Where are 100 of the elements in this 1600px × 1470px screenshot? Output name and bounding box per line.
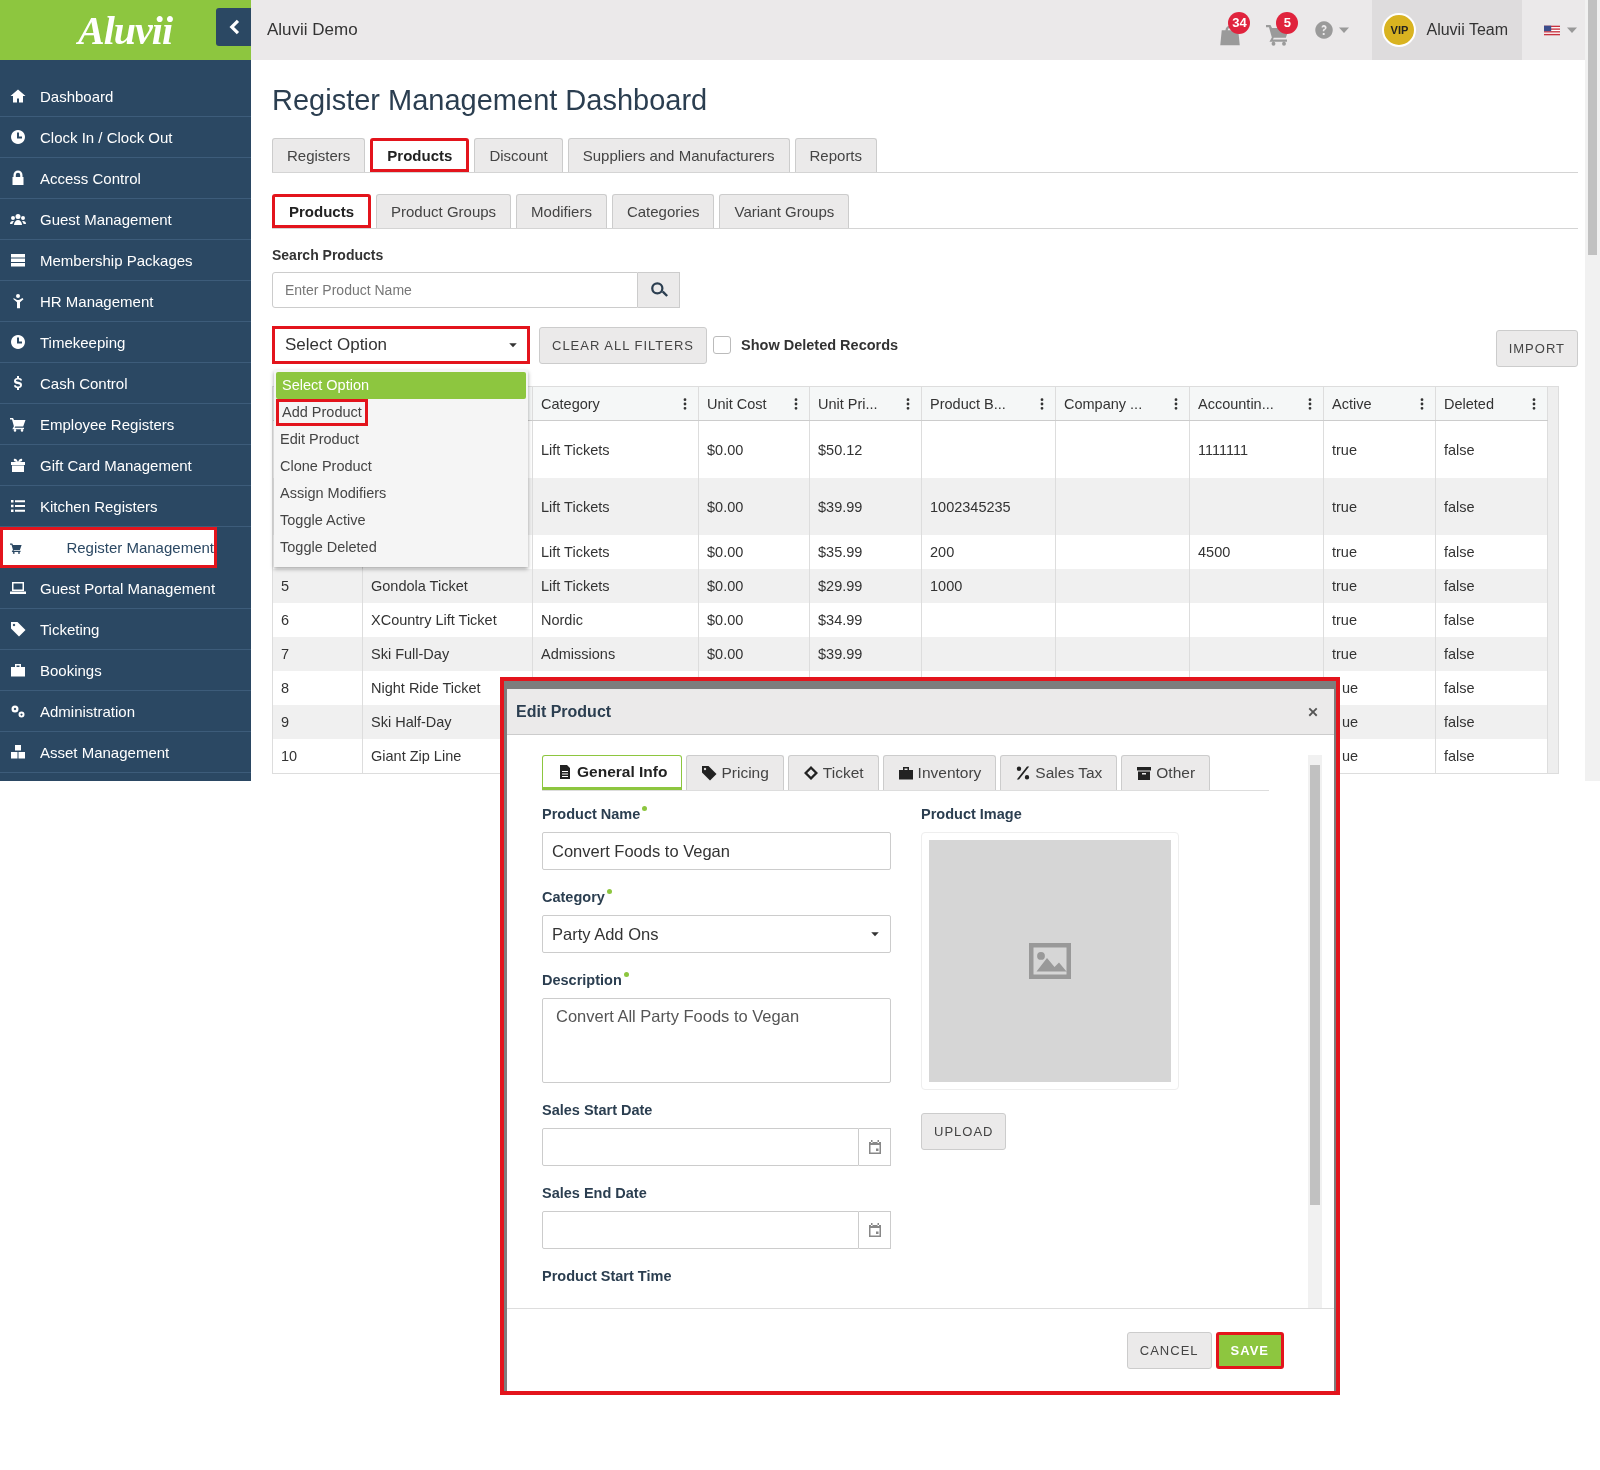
clear-filters-button[interactable]: CLEAR ALL FILTERS bbox=[539, 326, 707, 364]
table-cell: true bbox=[1332, 612, 1357, 628]
column-header[interactable]: Product B... bbox=[930, 395, 1006, 412]
menu-option[interactable]: Clone Product bbox=[274, 453, 528, 480]
column-header[interactable]: Company ... bbox=[1064, 395, 1143, 412]
column-header[interactable]: Unit Cost bbox=[707, 395, 767, 412]
clock-icon bbox=[10, 334, 26, 350]
scrollbar[interactable] bbox=[1585, 0, 1600, 781]
cancel-button[interactable]: CANCEL bbox=[1126, 1331, 1212, 1369]
date-field[interactable] bbox=[542, 1211, 859, 1249]
sidebar-item[interactable]: Cash Control bbox=[0, 363, 251, 404]
menu-option[interactable]: Add Product bbox=[276, 399, 368, 426]
tab[interactable]: Sales Tax bbox=[1000, 755, 1118, 790]
sidebar-item[interactable]: Register Management bbox=[0, 527, 217, 568]
sidebar-item[interactable]: Administration bbox=[0, 691, 251, 732]
date-field[interactable] bbox=[542, 1128, 859, 1166]
table-cell: $34.99 bbox=[818, 612, 863, 628]
search-field[interactable]: Enter Product Name bbox=[272, 272, 638, 308]
checkbox[interactable] bbox=[713, 336, 731, 354]
upload-button[interactable]: UPLOAD bbox=[921, 1113, 1007, 1150]
tab[interactable]: Modifiers bbox=[516, 194, 607, 228]
sidebar-item[interactable]: Access Control bbox=[0, 158, 251, 199]
table-cell: 1111111 bbox=[1198, 441, 1248, 458]
table-cell: 6 bbox=[281, 612, 290, 628]
tab[interactable]: Registers bbox=[272, 138, 366, 172]
sidebar-item[interactable]: Dashboard bbox=[0, 76, 251, 117]
table-cell: XCountry Lift Ticket bbox=[371, 612, 497, 628]
tab[interactable]: Variant Groups bbox=[719, 194, 850, 228]
table-cell: $39.99 bbox=[818, 646, 863, 662]
table-cell: true bbox=[1332, 441, 1357, 458]
cart-icon bbox=[10, 541, 22, 554]
sidebar-item[interactable]: Guest Management bbox=[0, 199, 251, 240]
tab[interactable]: Other bbox=[1121, 755, 1211, 790]
sidebar-item[interactable]: Guest Portal Management bbox=[0, 568, 251, 609]
table-cell: 5 bbox=[281, 578, 290, 594]
file-icon bbox=[557, 763, 573, 780]
calendar-button[interactable] bbox=[859, 1211, 891, 1249]
tab[interactable]: Categories bbox=[611, 194, 715, 228]
sidebar-item[interactable]: Clock In / Clock Out bbox=[0, 117, 251, 158]
text-field[interactable]: Convert Foods to Vegan bbox=[542, 832, 891, 870]
table-cell: false bbox=[1444, 646, 1475, 662]
menu-option[interactable]: Assign Modifiers bbox=[274, 480, 528, 507]
sidebar-item[interactable]: Ticketing bbox=[0, 609, 251, 650]
tab[interactable]: Pricing bbox=[686, 755, 784, 790]
checkbox-label: Show Deleted Records bbox=[741, 337, 899, 353]
tab[interactable]: Product Groups bbox=[376, 194, 512, 228]
list-icon bbox=[10, 498, 26, 514]
dialog-title: Edit Product bbox=[516, 702, 612, 721]
column-header[interactable]: Accountin... bbox=[1198, 395, 1274, 412]
menu-option[interactable]: Edit Product bbox=[274, 426, 528, 453]
archive-icon bbox=[1136, 765, 1153, 781]
table-cell: Lift Tickets bbox=[541, 498, 610, 515]
table-cell: $0.00 bbox=[707, 441, 744, 458]
column-header[interactable]: Category bbox=[541, 395, 600, 412]
table-cell: true bbox=[1332, 646, 1357, 662]
help-icon[interactable] bbox=[1314, 20, 1335, 40]
scrollbar[interactable] bbox=[1548, 387, 1558, 773]
table-cell: Lift Tickets bbox=[541, 441, 610, 458]
sidebar-item[interactable]: Employee Registers bbox=[0, 404, 251, 445]
table-cell: 10 bbox=[281, 748, 298, 764]
sidebar-item[interactable]: Membership Packages bbox=[0, 240, 251, 281]
sidebar-item[interactable]: HR Management bbox=[0, 281, 251, 322]
tab[interactable]: Discount bbox=[474, 138, 563, 172]
import-button[interactable]: IMPORT bbox=[1495, 329, 1578, 367]
field-label: Sales End Date bbox=[542, 1185, 647, 1201]
tab[interactable]: Reports bbox=[794, 138, 878, 172]
sidebar-item[interactable]: Asset Management bbox=[0, 732, 251, 773]
action-dropdown[interactable]: Select Option bbox=[272, 326, 530, 364]
stack-icon bbox=[10, 252, 26, 268]
user-menu[interactable]: VIP Aluvii Team bbox=[1372, 0, 1522, 60]
tab[interactable]: Products bbox=[272, 194, 371, 228]
table-cell: false bbox=[1444, 680, 1475, 696]
description-field[interactable]: Convert All Party Foods to Vegan bbox=[542, 998, 891, 1083]
tab[interactable]: Suppliers and Manufacturers bbox=[567, 138, 790, 172]
count-badge: 34 bbox=[1228, 12, 1251, 34]
table-cell: 8 bbox=[281, 680, 290, 696]
column-header[interactable]: Deleted bbox=[1444, 395, 1494, 412]
flag-icon[interactable] bbox=[1544, 24, 1560, 36]
logo: Aluvii bbox=[78, 6, 173, 54]
user-name: Aluvii Team bbox=[1426, 21, 1508, 39]
tab[interactable]: Ticket bbox=[787, 755, 879, 790]
tab[interactable]: Products bbox=[370, 138, 470, 172]
search-button[interactable] bbox=[638, 272, 680, 308]
menu-option[interactable]: Toggle Deleted bbox=[274, 534, 528, 561]
column-header[interactable]: Unit Pri... bbox=[818, 395, 878, 412]
table-cell: Ski Half-Day bbox=[371, 714, 452, 730]
sidebar-item[interactable]: Timekeeping bbox=[0, 322, 251, 363]
tab[interactable]: Inventory bbox=[882, 755, 997, 790]
tab[interactable]: General Info bbox=[542, 755, 683, 790]
sidebar-item[interactable]: Gift Card Management bbox=[0, 445, 251, 486]
scrollbar[interactable] bbox=[1308, 755, 1322, 1308]
category-dropdown[interactable]: Party Add Ons bbox=[542, 915, 891, 953]
collapse-button[interactable] bbox=[216, 8, 251, 46]
calendar-button[interactable] bbox=[859, 1128, 891, 1166]
required-mark bbox=[623, 972, 629, 977]
column-header[interactable]: Active bbox=[1332, 395, 1372, 412]
sidebar-item[interactable]: Bookings bbox=[0, 650, 251, 691]
menu-option[interactable]: Toggle Active bbox=[274, 507, 528, 534]
table-cell: 1000 bbox=[930, 578, 963, 594]
table-cell: false bbox=[1444, 498, 1475, 515]
